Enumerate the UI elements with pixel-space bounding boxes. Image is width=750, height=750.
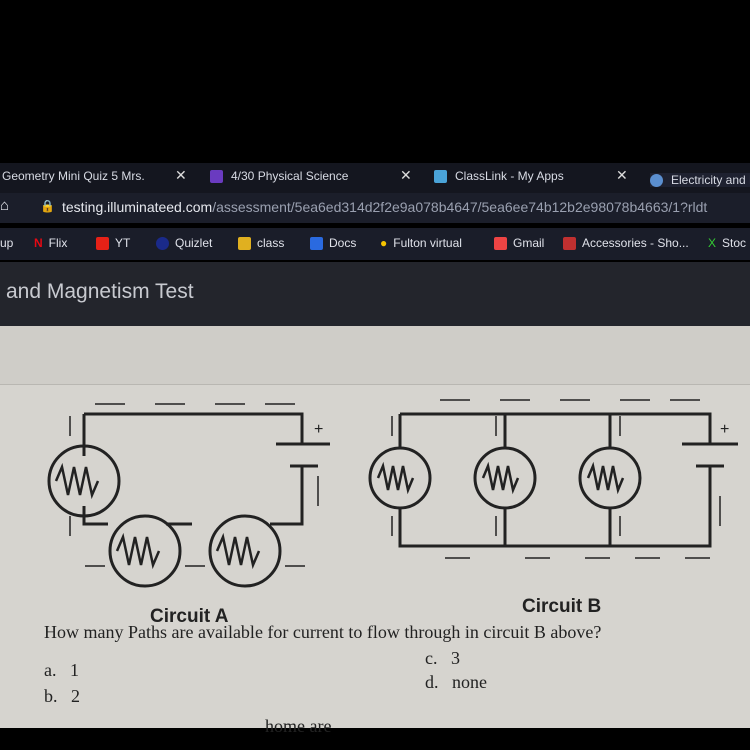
tab-geometry[interactable]: Geometry Mini Quiz 5 Mrs. — [2, 169, 145, 183]
close-icon[interactable]: ✕ — [400, 167, 412, 184]
question-text: How many Paths are available for current… — [44, 622, 602, 642]
tab-physical-science[interactable]: 4/30 Physical Science — [210, 169, 348, 183]
url-text[interactable]: testing.illuminateed.com/assessment/5ea6… — [62, 199, 707, 215]
bookmark-fulton[interactable]: ● Fulton virtual — [380, 236, 462, 250]
x-icon: X — [708, 236, 717, 250]
gmail-icon — [494, 236, 507, 250]
tab-bar: Geometry Mini Quiz 5 Mrs. ✕ 4/30 Physica… — [0, 163, 750, 193]
plus-sign: + — [314, 421, 323, 438]
tab-electricity[interactable]: Electricity and M — [650, 173, 750, 187]
netflix-icon: N — [34, 236, 43, 250]
docs-icon — [310, 236, 323, 250]
quizlet-icon — [156, 236, 169, 250]
address-bar[interactable]: ⌂ 🔒 testing.illuminateed.com/assessment/… — [0, 193, 750, 223]
page-header: and Magnetism Test — [0, 262, 750, 326]
next-question-partial: home are — [265, 716, 332, 736]
toolbar-band — [0, 326, 750, 385]
youtube-icon — [96, 236, 109, 250]
lightbulb-icon: ● — [380, 236, 388, 250]
bookmarks-bar: up N Flix YT Quizlet class Docs ● Fulton v… — [0, 228, 750, 260]
close-icon[interactable]: ✕ — [175, 167, 187, 184]
bookmark-accessories[interactable]: Accessories - Sho... — [563, 236, 689, 250]
page-title: and Magnetism Test — [6, 280, 194, 303]
choice-d[interactable]: d. none — [425, 672, 487, 693]
classroom-icon — [238, 236, 251, 250]
classlink-icon — [434, 169, 447, 183]
circuit-a — [47, 412, 330, 588]
sup-icon — [563, 236, 576, 250]
bookmark-flix[interactable]: N Flix — [34, 236, 67, 250]
bookmark-yt[interactable]: YT — [96, 236, 130, 250]
choice-c[interactable]: c. 3 — [425, 648, 460, 669]
choice-b[interactable]: b. 2 — [44, 686, 80, 707]
bookmark-gmail[interactable]: Gmail — [494, 236, 544, 250]
circuit-b — [368, 412, 738, 548]
choice-a[interactable]: a. 1 — [44, 660, 79, 681]
question-area: + + Circuit A Circuit B How many Paths a… — [0, 326, 750, 736]
home-icon[interactable]: ⌂ — [0, 197, 9, 214]
circuit-b-label: Circuit B — [522, 596, 602, 617]
plus-sign: + — [720, 421, 729, 438]
close-icon[interactable]: ✕ — [616, 167, 628, 184]
classroom-icon — [210, 169, 223, 183]
bookmark-docs[interactable]: Docs — [310, 236, 356, 250]
bookmark-quizlet[interactable]: Quizlet — [156, 236, 212, 250]
bookmark-stoc[interactable]: X Stoc — [708, 236, 746, 250]
tab-classlink[interactable]: ClassLink - My Apps — [434, 169, 564, 183]
bookmark-class[interactable]: class — [238, 236, 284, 250]
illuminate-icon — [650, 173, 663, 187]
bookmark-up[interactable]: up — [0, 236, 13, 250]
lock-icon: 🔒 — [40, 199, 55, 213]
